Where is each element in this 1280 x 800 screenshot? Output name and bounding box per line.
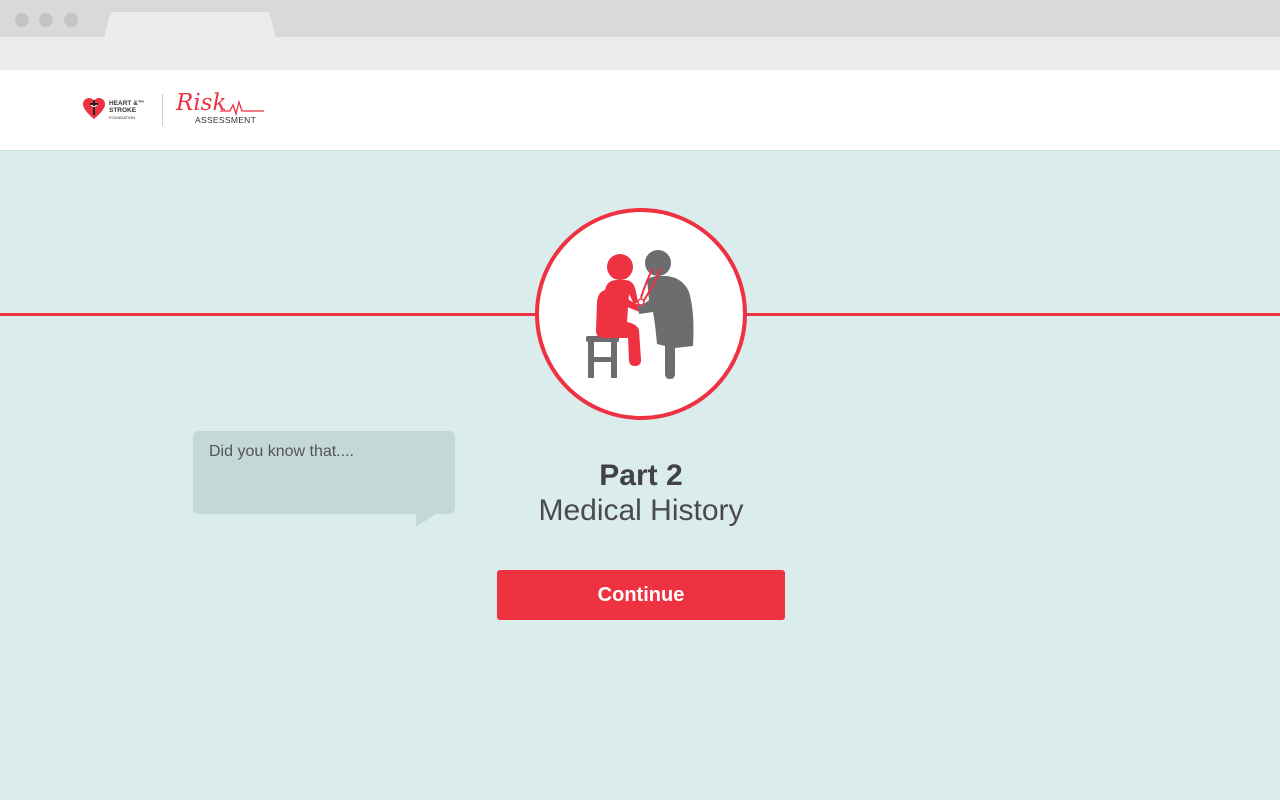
continue-button[interactable]: Continue: [497, 570, 785, 620]
browser-toolbar: [0, 37, 1280, 71]
section-subtitle: Medical History: [538, 494, 744, 527]
foundation-line-1: HEART &™: [109, 100, 145, 107]
assessment-wordmark: ASSESSMENT: [195, 115, 257, 125]
heart-and-stroke-logo[interactable]: HEART &™ STROKE FOUNDATION: [82, 97, 148, 125]
progress-line-right: [741, 313, 1280, 316]
progress-line-left: [0, 313, 537, 316]
browser-tab[interactable]: [104, 12, 276, 38]
tip-text: Did you know that....: [209, 443, 354, 460]
heart-logo-icon: [83, 98, 105, 119]
browser-titlebar: [0, 0, 1280, 38]
section-icon-circle: [535, 208, 747, 420]
logo-divider: [162, 94, 163, 126]
heartbeat-line-icon: [220, 100, 264, 116]
foundation-line-3: FOUNDATION: [109, 115, 136, 120]
foundation-line-2: STROKE: [109, 107, 137, 114]
risk-wordmark: Risk: [176, 90, 227, 116]
doctor-patient-icon: [586, 250, 694, 379]
tip-bubble-tail: [416, 513, 437, 527]
window-minimize-dot[interactable]: [39, 13, 53, 27]
window-close-dot[interactable]: [15, 13, 29, 27]
risk-assessment-logo[interactable]: Risk ASSESSMENT: [176, 90, 266, 128]
window-maximize-dot[interactable]: [64, 13, 78, 27]
tip-bubble: Did you know that....: [193, 431, 455, 514]
section-title: Part 2: [599, 459, 683, 492]
